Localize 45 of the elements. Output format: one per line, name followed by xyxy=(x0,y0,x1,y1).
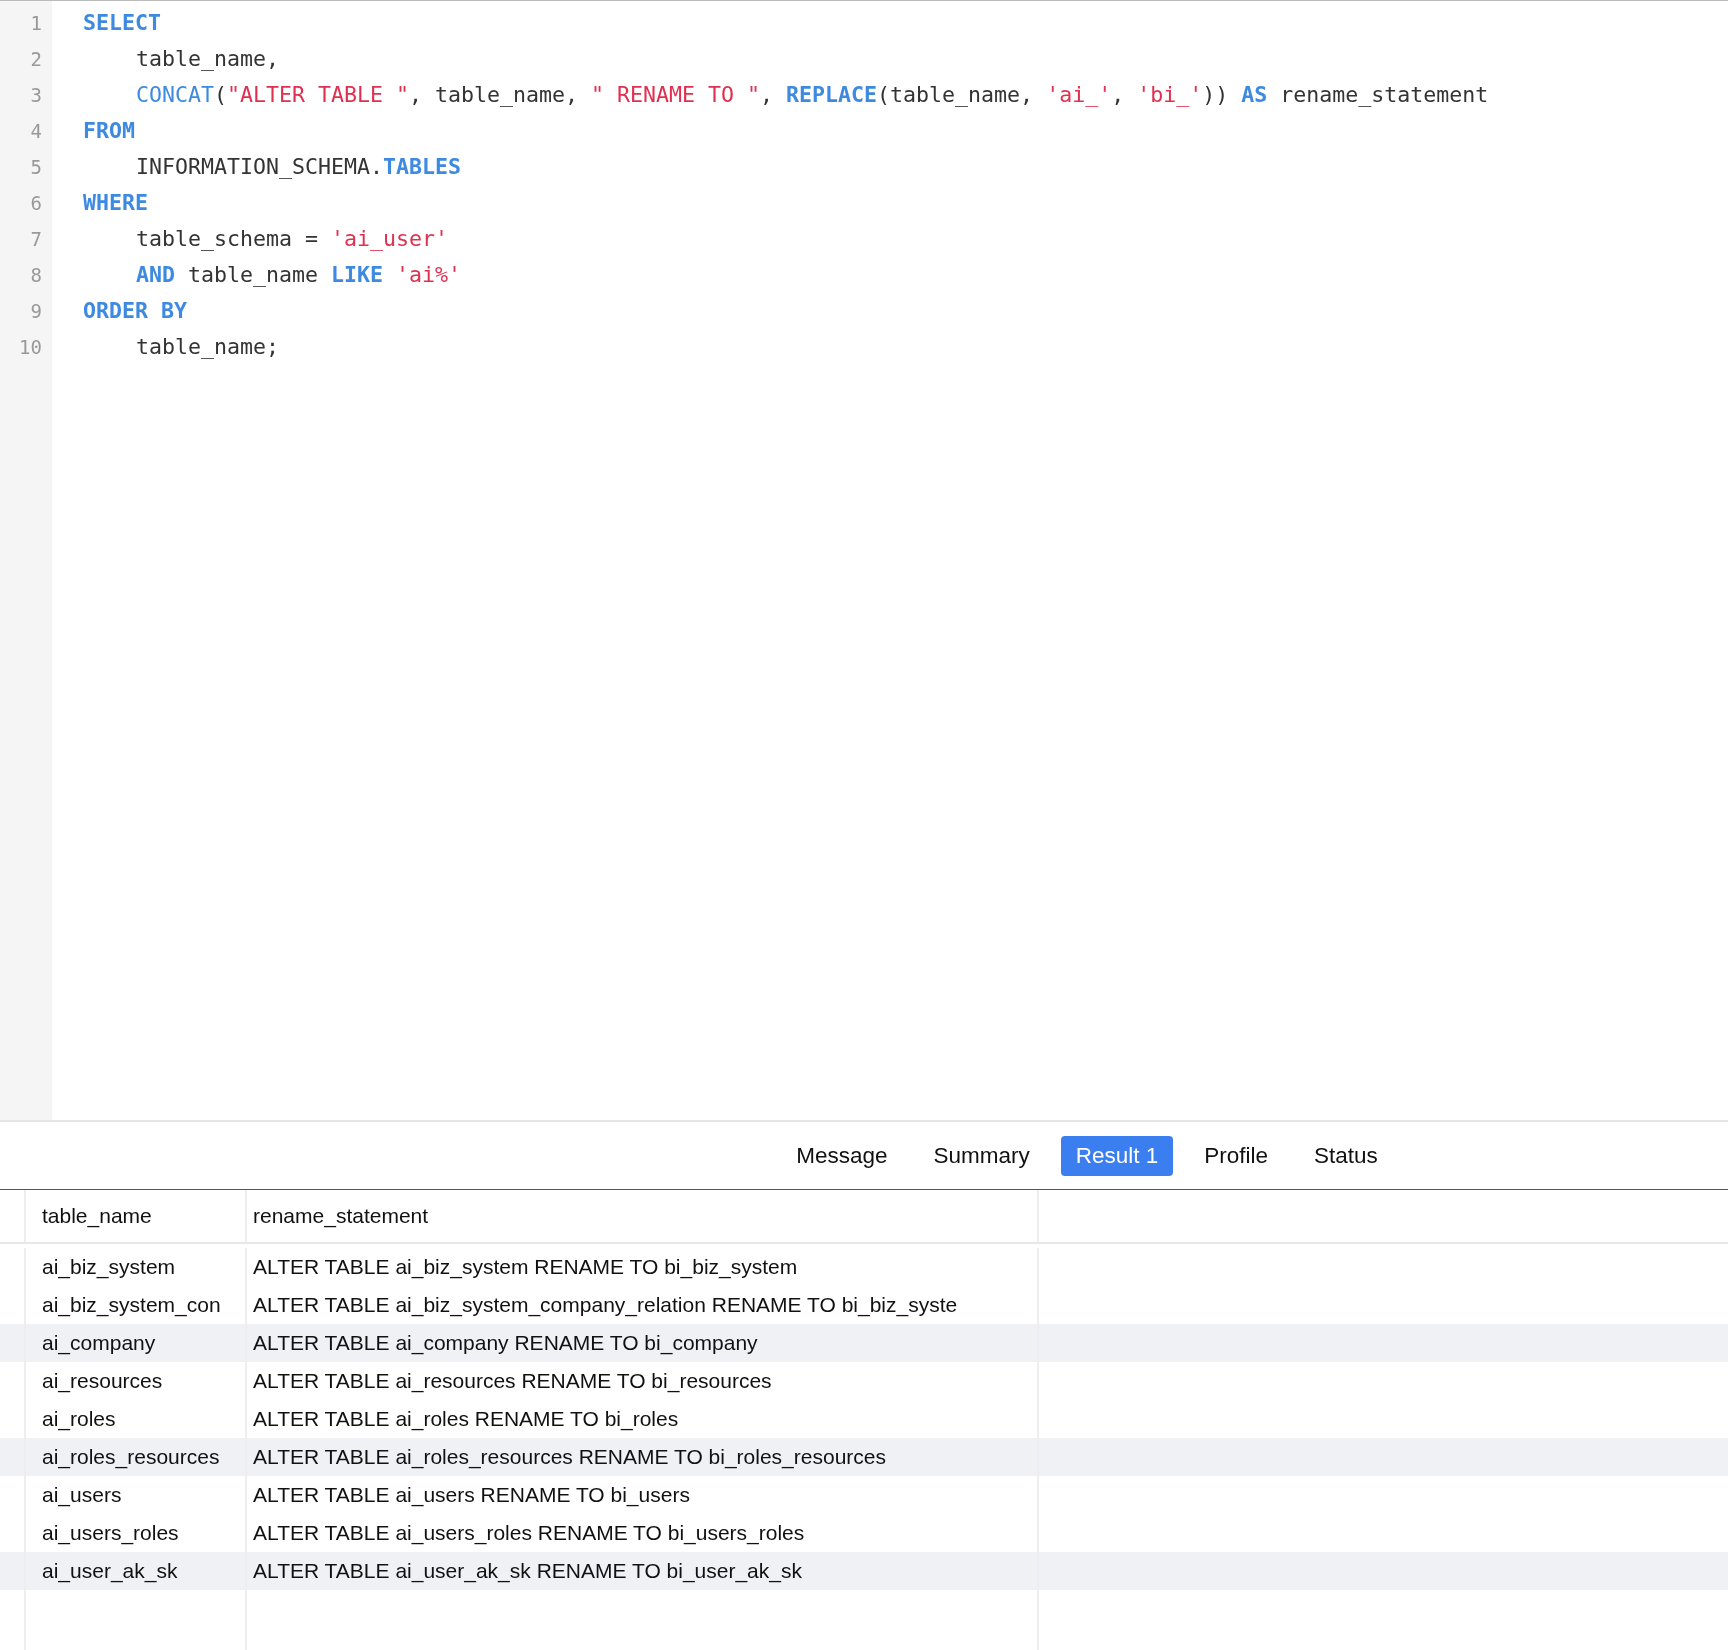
result-tab[interactable]: Message xyxy=(781,1135,903,1176)
table-row[interactable]: ai_resources ALTER TABLE ai_resources RENAME TO bi_resources xyxy=(0,1362,1728,1400)
table-cell: ALTER TABLE ai_users RENAME TO bi_users xyxy=(247,1476,1039,1514)
result-tab[interactable]: Result 1 xyxy=(1060,1135,1174,1176)
table-cell: ALTER TABLE ai_resources RENAME TO bi_resources xyxy=(247,1362,1039,1400)
code-line: table_schema = 'ai_user' xyxy=(135,225,450,253)
table-row[interactable]: ai_biz_system ALTER TABLE ai_biz_system RENAME TO bi_biz_system xyxy=(0,1248,1728,1286)
code-line: INFORMATION_SCHEMA.TABLES xyxy=(135,153,463,181)
line-number: 9 xyxy=(29,299,43,324)
table-cell: ALTER TABLE ai_roles_resources RENAME TO bi_roles_resources xyxy=(247,1438,1039,1476)
table-cell: ai_biz_system xyxy=(26,1248,247,1286)
table-cell: ALTER TABLE ai_company RENAME TO bi_company xyxy=(247,1324,1039,1362)
column-header[interactable]: table_name xyxy=(26,1190,247,1242)
line-number: 5 xyxy=(29,155,43,180)
table-row[interactable]: ai_user_ak_sk ALTER TABLE ai_user_ak_sk RENAME TO bi_user_ak_sk xyxy=(0,1552,1728,1590)
code-line: FROM xyxy=(83,117,136,145)
code-line: AND table_name LIKE 'ai%' xyxy=(135,261,463,289)
code-line: CONCAT("ALTER TABLE ", table_name, " RENAME TO ", REPLACE(table_name, 'ai_', 'bi_')) AS rename_statement xyxy=(135,81,1490,109)
code-line: table_name; xyxy=(135,333,280,361)
column-header[interactable]: rename_statement xyxy=(247,1190,1039,1242)
line-number: 6 xyxy=(29,191,43,216)
code-line: SELECT xyxy=(83,9,162,37)
line-number: 4 xyxy=(29,119,43,144)
table-cell: ai_user_ak_sk xyxy=(26,1552,247,1590)
table-row[interactable]: ai_company ALTER TABLE ai_company RENAME TO bi_company xyxy=(0,1324,1728,1362)
table-row[interactable]: ai_roles_resources ALTER TABLE ai_roles_resources RENAME TO bi_roles_resources xyxy=(0,1438,1728,1476)
table-cell: ai_company xyxy=(26,1324,247,1362)
table-row[interactable]: ai_users ALTER TABLE ai_users RENAME TO bi_users xyxy=(0,1476,1728,1514)
line-number: 10 xyxy=(18,335,43,360)
code-line: WHERE xyxy=(83,189,149,217)
line-number: 2 xyxy=(29,47,43,72)
table-cell: ai_users xyxy=(26,1476,247,1514)
code-line: ORDER BY xyxy=(83,297,188,325)
code-line: table_name, xyxy=(135,45,280,73)
line-number: 3 xyxy=(29,83,43,108)
result-tab[interactable]: Profile xyxy=(1189,1135,1284,1176)
line-number: 1 xyxy=(29,11,43,36)
line-number: 7 xyxy=(29,227,43,252)
table-cell: ALTER TABLE ai_biz_system RENAME TO bi_biz_system xyxy=(247,1248,1039,1286)
result-tab[interactable]: Status xyxy=(1299,1135,1393,1176)
table-cell: ai_roles_resources xyxy=(26,1438,247,1476)
result-tab[interactable]: Summary xyxy=(918,1135,1045,1176)
table-cell: ALTER TABLE ai_user_ak_sk RENAME TO bi_user_ak_sk xyxy=(247,1552,1039,1590)
table-cell: ai_resources xyxy=(26,1362,247,1400)
line-number: 8 xyxy=(29,263,43,288)
